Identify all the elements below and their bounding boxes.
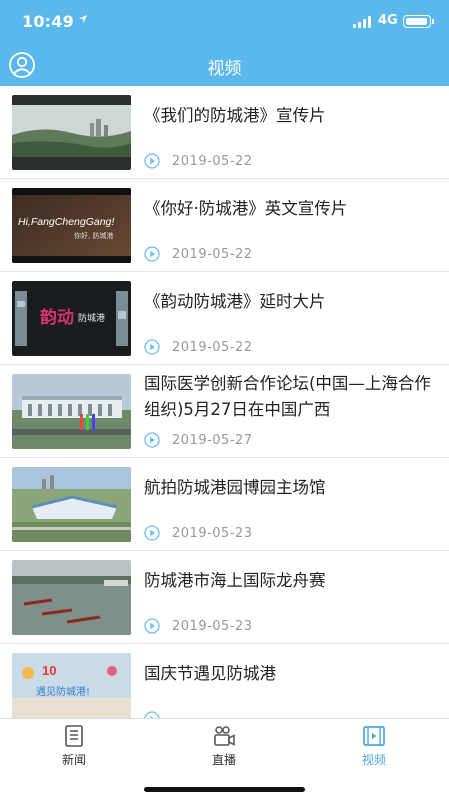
play-circle-icon	[144, 153, 160, 169]
video-meta	[144, 711, 172, 718]
video-title: 《韵动防城港》延时大片	[144, 292, 326, 311]
nav-bar: 视频	[0, 44, 449, 86]
tab-label: 视频	[361, 753, 386, 767]
battery-icon	[403, 15, 434, 28]
status-time: 10:49	[22, 12, 74, 31]
video-list-item[interactable]: 国际医学创新合作论坛(中国—上海合作组织)5月27日在中国广西 2019-05-…	[0, 365, 449, 458]
video-title: 国庆节遇见防城港	[144, 664, 276, 683]
video-list-item[interactable]: 10 遇见防城港! 国庆节遇见防城港	[0, 644, 449, 718]
tab-news[interactable]: 新闻	[34, 724, 114, 768]
thumbnail-subcaption: 你好, 防城港	[74, 231, 113, 240]
video-thumbnail: Hi,FangChengGang! 你好, 防城港	[12, 188, 131, 263]
video-thumbnail	[12, 95, 131, 170]
signal-strength-icon	[353, 16, 371, 28]
play-circle-icon	[144, 339, 160, 355]
video-title: 防城港市海上国际龙舟赛	[144, 571, 326, 590]
video-list-item[interactable]: 《我们的防城港》宣传片 2019-05-22	[0, 86, 449, 179]
video-title: 国际医学创新合作论坛(中国—上海合作组织)5月27日在中国广西	[144, 374, 431, 419]
video-thumbnail: 韵动 防城港	[12, 281, 131, 356]
video-date: 2019-05-22	[172, 246, 253, 262]
location-arrow-icon	[79, 15, 87, 23]
thumbnail-caption: 10	[42, 663, 56, 678]
video-date: 2019-05-22	[172, 153, 253, 169]
app-header: 10:49 4G 视频	[0, 0, 449, 86]
play-circle-icon	[144, 711, 160, 718]
video-title: 《你好·防城港》英文宣传片	[144, 199, 348, 218]
video-meta: 2019-05-23	[144, 525, 253, 541]
video-thumbnail	[12, 374, 131, 449]
video-meta: 2019-05-22	[144, 246, 253, 262]
video-list: 《我们的防城港》宣传片 2019-05-22 Hi,FangChengGang!	[0, 86, 449, 718]
video-date: 2019-05-23	[172, 525, 253, 541]
video-meta: 2019-05-22	[144, 153, 253, 169]
video-list-item[interactable]: 航拍防城港园博园主场馆 2019-05-23	[0, 458, 449, 551]
video-date: 2019-05-27	[172, 432, 253, 448]
tab-live[interactable]: 直播	[184, 724, 264, 768]
video-title: 航拍防城港园博园主场馆	[144, 478, 326, 497]
thumbnail-subcaption: 遇见防城港!	[36, 685, 90, 698]
video-thumbnail	[12, 467, 131, 542]
news-icon	[65, 725, 83, 747]
camera-icon	[214, 726, 235, 746]
page-title: 视频	[207, 59, 242, 79]
play-circle-icon	[144, 525, 160, 541]
tab-video[interactable]: 视频	[334, 724, 414, 768]
video-thumbnail	[12, 560, 131, 635]
video-date: 2019-05-23	[172, 618, 253, 634]
video-list-item[interactable]: Hi,FangChengGang! 你好, 防城港 《你好·防城港》英文宣传片 …	[0, 179, 449, 272]
video-thumbnail: 10 遇见防城港!	[12, 653, 131, 718]
video-icon	[363, 726, 385, 746]
play-circle-icon	[144, 618, 160, 634]
tab-label: 直播	[211, 753, 236, 767]
video-meta: 2019-05-27	[144, 432, 253, 448]
play-circle-icon	[144, 246, 160, 262]
home-indicator	[144, 787, 305, 792]
video-meta: 2019-05-22	[144, 339, 253, 355]
thumbnail-caption: Hi,FangChengGang!	[18, 216, 114, 228]
video-list-item[interactable]: 防城港市海上国际龙舟赛 2019-05-23	[0, 551, 449, 644]
status-bar: 10:49 4G	[0, 0, 449, 44]
network-type: 4G	[378, 13, 398, 28]
thumbnail-subcaption: 防城港	[78, 312, 105, 324]
video-date: 2019-05-22	[172, 339, 253, 355]
play-circle-icon	[144, 432, 160, 448]
video-meta: 2019-05-23	[144, 618, 253, 634]
thumbnail-caption: 韵动	[40, 307, 74, 328]
video-list-item[interactable]: 韵动 防城港 《韵动防城港》延时大片 2019-05-22	[0, 272, 449, 365]
tab-label: 新闻	[61, 753, 86, 767]
video-title: 《我们的防城港》宣传片	[144, 106, 326, 125]
